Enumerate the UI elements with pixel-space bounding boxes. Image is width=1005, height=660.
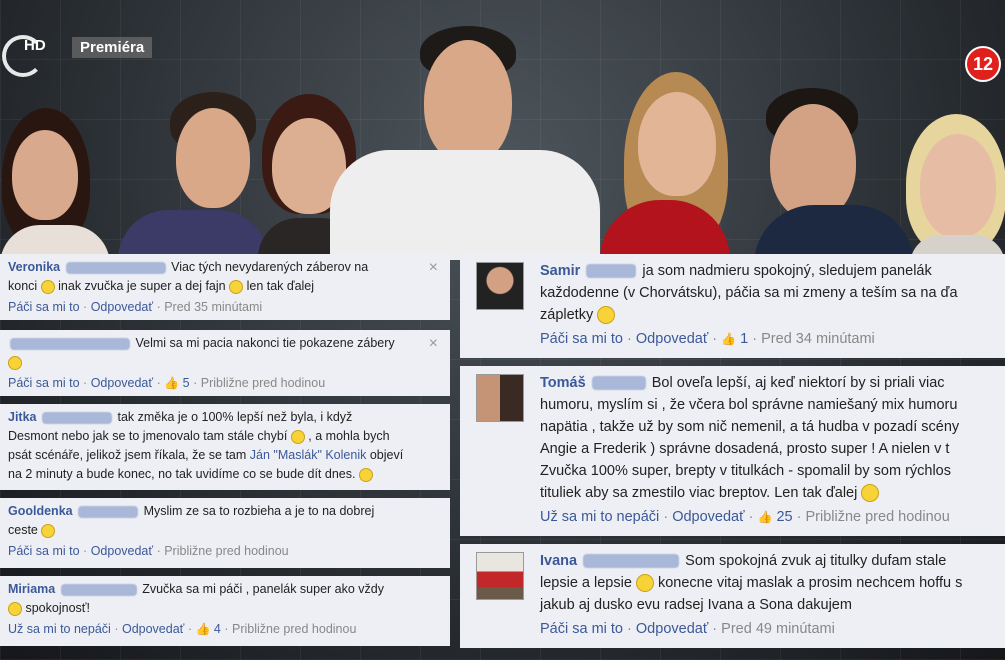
redacted-surname — [65, 261, 166, 274]
comment-veronika: × Veronika Viac tých nevydarených zábero… — [0, 254, 450, 320]
like-count[interactable]: 4 — [214, 622, 221, 636]
hd-label: HD — [24, 37, 46, 54]
avatar[interactable] — [476, 552, 524, 600]
comment-author[interactable]: Miriama — [8, 582, 55, 596]
channel-logo-icon: HD — [2, 35, 46, 77]
avatar[interactable] — [476, 262, 524, 310]
like-count[interactable]: 1 — [740, 331, 748, 347]
premiere-badge: Premiéra — [72, 36, 153, 58]
comment-samir: Samir ja som nadmieru spokojný, sledujem… — [460, 254, 1005, 358]
reply-link[interactable]: Odpovedať — [636, 331, 708, 347]
smiley-icon — [8, 355, 22, 370]
comment-tomas: Tomáš Bol oveľa lepší, aj keď niektorí b… — [460, 366, 1005, 536]
redacted-surname — [78, 505, 139, 518]
timestamp: Približne pred hodinou — [164, 544, 289, 558]
reply-link[interactable]: Odpovedať — [91, 300, 153, 314]
comment-gooldenka: Gooldenka Myslim ze sa to rozbieha a je … — [0, 498, 450, 568]
like-count[interactable]: 25 — [776, 509, 792, 525]
timestamp: Pred 49 minútami — [721, 621, 835, 637]
comment-author[interactable]: Ivana — [540, 553, 577, 569]
thumbs-up-icon[interactable]: 👍 — [195, 622, 210, 636]
timestamp: Pred 35 minútami — [164, 300, 263, 314]
like-count[interactable]: 5 — [183, 376, 190, 390]
redacted-surname — [60, 583, 137, 596]
unlike-link[interactable]: Už sa mi to nepáči — [8, 622, 111, 636]
smiley-icon — [41, 523, 56, 538]
thumbs-up-icon[interactable]: 👍 — [721, 332, 736, 346]
redacted-name — [10, 337, 130, 350]
smiley-icon — [40, 279, 55, 294]
comment-miriama: Miriama Zvučka sa mi páči , panelák supe… — [0, 576, 450, 646]
timestamp: Približne pred hodinou — [805, 509, 950, 525]
reply-link[interactable]: Odpovedať — [91, 376, 153, 390]
smiley-icon — [8, 601, 22, 616]
reply-link[interactable]: Odpovedať — [636, 621, 708, 637]
reply-link[interactable]: Odpovedať — [91, 544, 153, 558]
timestamp: Približne pred hodinou — [232, 622, 357, 636]
comment-author[interactable]: Veronika — [8, 260, 60, 274]
comment-author[interactable]: Gooldenka — [8, 504, 73, 518]
timestamp: Približne pred hodinou — [200, 376, 326, 390]
comment-author[interactable]: Samir — [540, 263, 580, 279]
redacted-surname — [591, 376, 646, 391]
age-rating-badge: 12 — [965, 46, 1001, 82]
like-link[interactable]: Páči sa mi to — [8, 544, 80, 558]
like-link[interactable]: Páči sa mi to — [540, 331, 623, 347]
comment-author[interactable]: Jitka — [8, 410, 37, 424]
comment-ivana: Ivana Som spokojná zvuk aj titulky dufam… — [460, 544, 1005, 648]
thumbs-up-icon[interactable]: 👍 — [757, 510, 772, 524]
like-link[interactable]: Páči sa mi to — [8, 300, 80, 314]
reply-link[interactable]: Odpovedať — [672, 509, 744, 525]
tagged-person-link[interactable]: Ján "Maslák" Kolenik — [250, 448, 367, 462]
redacted-surname — [583, 554, 680, 569]
reply-link[interactable]: Odpovedať — [122, 622, 184, 636]
redacted-surname — [586, 264, 637, 279]
comment-jitka: Jitka tak změka je o 100% lepší než byla… — [0, 404, 450, 490]
avatar[interactable] — [476, 374, 524, 422]
smiley-icon — [597, 306, 616, 325]
smiley-icon — [635, 574, 654, 593]
close-icon[interactable]: × — [429, 334, 438, 353]
like-link[interactable]: Páči sa mi to — [540, 621, 623, 637]
smiley-icon — [290, 429, 305, 444]
smiley-icon — [861, 484, 880, 503]
smiley-icon — [229, 279, 244, 294]
redacted-surname — [41, 411, 112, 424]
unlike-link[interactable]: Už sa mi to nepáči — [540, 509, 659, 525]
channel-logo: HD Premiéra — [0, 35, 153, 77]
like-link[interactable]: Páči sa mi to — [8, 376, 80, 390]
close-icon[interactable]: × — [429, 258, 438, 277]
timestamp: Pred 34 minútami — [761, 331, 875, 347]
comment-anonymous: × Velmi sa mi pacia nakonci tie pokazene… — [0, 330, 450, 396]
smiley-icon — [358, 467, 373, 482]
thumbs-up-icon[interactable]: 👍 — [164, 376, 179, 390]
comment-author[interactable]: Tomáš — [540, 375, 586, 391]
